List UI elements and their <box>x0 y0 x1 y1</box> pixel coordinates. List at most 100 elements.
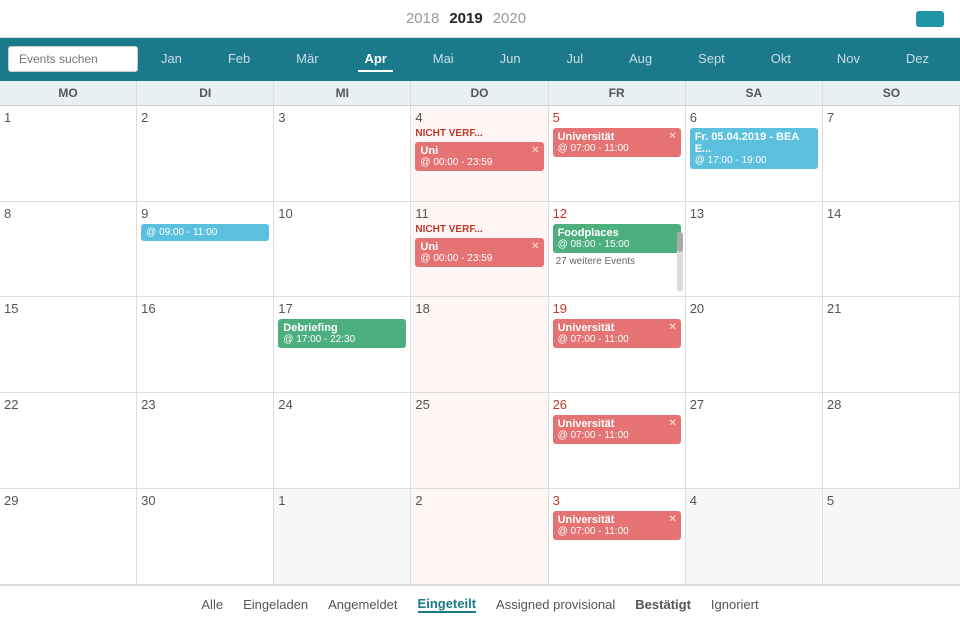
calendar-cell: 10 <box>274 202 411 298</box>
calendar-cell: 5 <box>823 489 960 585</box>
footer-tab-assigned-provisional[interactable]: Assigned provisional <box>496 597 615 612</box>
event-delete-button[interactable]: ✕ <box>668 514 676 525</box>
more-events-label[interactable]: 27 weitere Events <box>553 255 681 268</box>
day-number: 17 <box>278 301 406 316</box>
event-delete-button[interactable]: ✕ <box>668 418 676 429</box>
day-number: 3 <box>278 110 406 125</box>
day-number: 18 <box>415 301 543 316</box>
calendar-event[interactable]: Universität@ 07:00 - 11:00✕ <box>553 511 681 540</box>
day-number: 2 <box>415 493 543 508</box>
event-title: Uni <box>420 145 538 157</box>
calendar-cell: 23 <box>137 393 274 489</box>
day-number: 4 <box>415 110 543 125</box>
month-Mai[interactable]: Mai <box>427 47 460 72</box>
scroll-indicator[interactable] <box>677 232 683 292</box>
event-time: @ 07:00 - 11:00 <box>558 430 676 441</box>
day-number: 3 <box>553 493 681 508</box>
calendar-cell: 17 Debriefing@ 17:00 - 22:30 <box>274 297 411 393</box>
month-Aug[interactable]: Aug <box>623 47 658 72</box>
event-time: @ 00:00 - 23:59 <box>420 157 538 168</box>
day-number: 2 <box>141 110 269 125</box>
footer-tab-alle[interactable]: Alle <box>201 597 223 612</box>
calendar-cell: 12Foodplaces@ 08:00 - 15:0027 weitere Ev… <box>549 202 686 298</box>
day-number: 5 <box>827 493 956 508</box>
calendar-cell: 2 <box>137 106 274 202</box>
year-2018[interactable]: 2018 <box>406 10 439 27</box>
calendar-cell: 14 <box>823 202 960 298</box>
calendar-grid: 1234NICHT VERF...Uni@ 00:00 - 23:59✕5Uni… <box>0 106 960 585</box>
calendar-cell: 19 Universität@ 07:00 - 11:00✕ <box>549 297 686 393</box>
search-input[interactable] <box>8 46 138 72</box>
footer-tab-eingeladen[interactable]: Eingeladen <box>243 597 308 612</box>
year-2019[interactable]: 2019 <box>449 10 482 27</box>
day-header-do: DO <box>411 81 548 105</box>
add-absence-button[interactable] <box>916 11 944 27</box>
footer-tabs: Alle Eingeladen Angemeldet Eingeteilt Assign… <box>0 585 960 624</box>
event-time: @ 07:00 - 11:00 <box>558 334 676 345</box>
calendar-cell: 27 <box>686 393 823 489</box>
calendar-cell: 9 @ 09:00 - 11:00 <box>137 202 274 298</box>
calendar-cell: 4 <box>686 489 823 585</box>
event-time: @ 08:00 - 15:00 <box>558 239 676 250</box>
day-header-mo: MO <box>0 81 137 105</box>
day-number: 25 <box>415 397 543 412</box>
calendar-event[interactable]: Debriefing@ 17:00 - 22:30 <box>278 319 406 348</box>
month-Jan[interactable]: Jan <box>155 47 188 72</box>
calendar-event[interactable]: Foodplaces@ 08:00 - 15:00 <box>553 224 681 253</box>
calendar-cell: 29 <box>0 489 137 585</box>
footer-tab-bestätigt[interactable]: Bestätigt <box>635 597 691 612</box>
event-delete-button[interactable]: ✕ <box>531 241 539 252</box>
calendar-event[interactable]: @ 09:00 - 11:00 <box>141 224 269 241</box>
day-header-di: DI <box>137 81 274 105</box>
calendar-cell: 11NICHT VERF...Uni@ 00:00 - 23:59✕ <box>411 202 548 298</box>
day-number: 19 <box>553 301 681 316</box>
day-header-mi: MI <box>274 81 411 105</box>
month-Dez[interactable]: Dez <box>900 47 935 72</box>
calendar-cell: 2 <box>411 489 548 585</box>
month-Sept[interactable]: Sept <box>692 47 731 72</box>
footer-tab-angemeldet[interactable]: Angemeldet <box>328 597 397 612</box>
day-header-fr: FR <box>549 81 686 105</box>
event-delete-button[interactable]: ✕ <box>531 145 539 156</box>
footer-tab-eingeteilt[interactable]: Eingeteilt <box>418 596 477 613</box>
not-available-badge: NICHT VERF... <box>415 224 543 235</box>
day-number: 4 <box>690 493 818 508</box>
month-Mär[interactable]: Mär <box>290 47 324 72</box>
header: 2018 2019 2020 <box>0 0 960 38</box>
calendar-cell: 21 <box>823 297 960 393</box>
event-delete-button[interactable]: ✕ <box>668 131 676 142</box>
day-number: 26 <box>553 397 681 412</box>
day-header-so: SO <box>823 81 960 105</box>
day-number: 5 <box>553 110 681 125</box>
event-title: Universität <box>558 322 676 334</box>
calendar-event[interactable]: Uni@ 00:00 - 23:59✕ <box>415 238 543 267</box>
calendar-cell: 26 Universität@ 07:00 - 11:00✕ <box>549 393 686 489</box>
calendar-cell: 7 <box>823 106 960 202</box>
not-available-badge: NICHT VERF... <box>415 128 543 139</box>
event-time: @ 00:00 - 23:59 <box>420 253 538 264</box>
footer-tab-ignoriert[interactable]: Ignoriert <box>711 597 759 612</box>
month-Jun[interactable]: Jun <box>494 47 527 72</box>
day-number: 23 <box>141 397 269 412</box>
event-delete-button[interactable]: ✕ <box>668 322 676 333</box>
calendar-event[interactable]: Fr. 05.04.2019 - BEA E...@ 17:00 - 19:00 <box>690 128 818 169</box>
calendar-event[interactable]: Universität@ 07:00 - 11:00✕ <box>553 415 681 444</box>
year-2020[interactable]: 2020 <box>493 10 526 27</box>
event-time: @ 07:00 - 11:00 <box>558 143 676 154</box>
calendar-event[interactable]: Universität@ 07:00 - 11:00✕ <box>553 128 681 157</box>
day-number: 16 <box>141 301 269 316</box>
calendar-event[interactable]: Universität@ 07:00 - 11:00✕ <box>553 319 681 348</box>
event-time: @ 17:00 - 22:30 <box>283 334 401 345</box>
month-Apr[interactable]: Apr <box>358 47 392 72</box>
calendar-cell: 20 <box>686 297 823 393</box>
calendar-cell: 22 <box>0 393 137 489</box>
calendar-event[interactable]: Uni@ 00:00 - 23:59✕ <box>415 142 543 171</box>
day-number: 22 <box>4 397 132 412</box>
month-list: Jan Feb Mär Apr Mai Jun Jul Aug Sept Okt Nov Dez <box>138 47 952 72</box>
day-number: 9 <box>141 206 269 221</box>
month-Jul[interactable]: Jul <box>560 47 589 72</box>
month-Okt[interactable]: Okt <box>765 47 797 72</box>
event-title: Uni <box>420 241 538 253</box>
month-Nov[interactable]: Nov <box>831 47 866 72</box>
month-Feb[interactable]: Feb <box>222 47 256 72</box>
